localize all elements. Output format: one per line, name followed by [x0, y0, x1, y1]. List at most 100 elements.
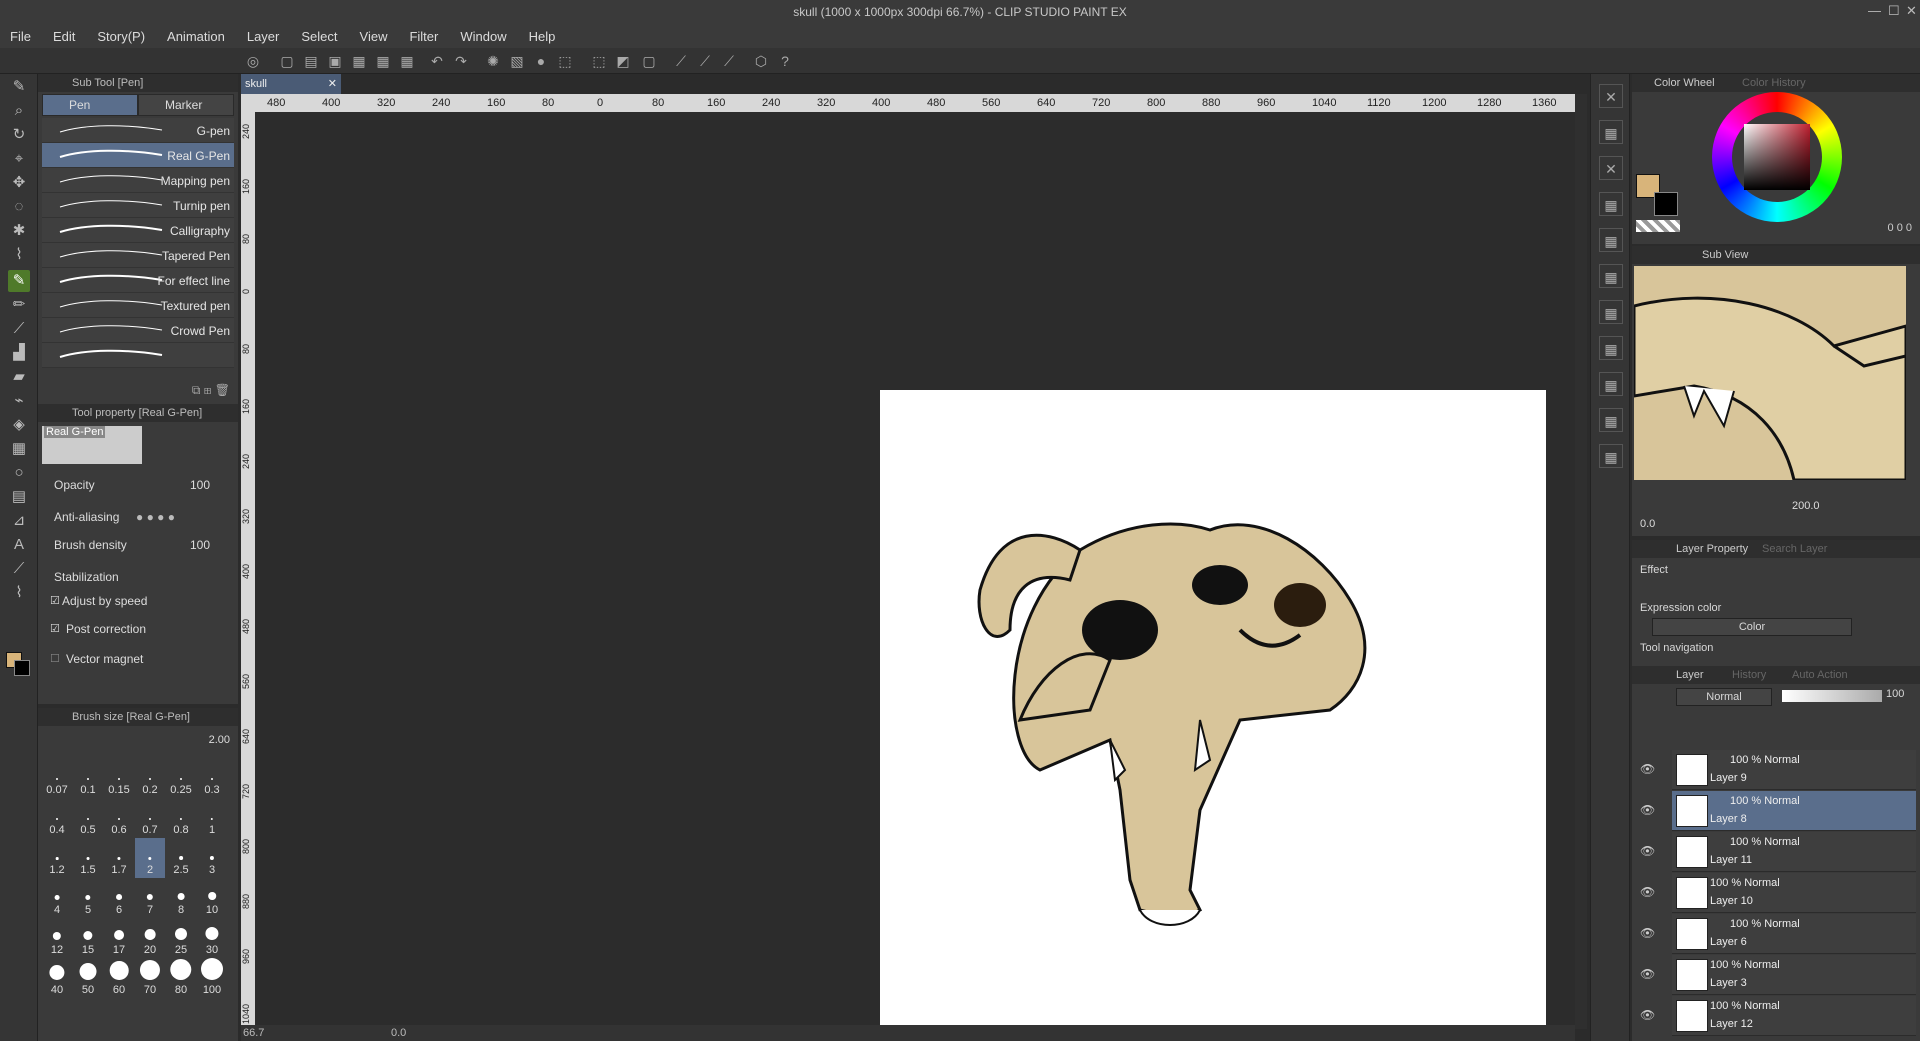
tab-color-wheel[interactable]: Color Wheel — [1654, 74, 1715, 92]
brush-size-preset[interactable]: 1.7 — [104, 838, 134, 878]
brush-size-preset[interactable]: 20 — [135, 918, 165, 958]
invert-icon[interactable]: ◩ — [614, 52, 632, 70]
brush-size-preset[interactable]: 17 — [104, 918, 134, 958]
close-tab-icon[interactable]: ✕ — [328, 74, 337, 94]
move-icon[interactable]: ✥ — [8, 172, 30, 194]
copy-subtool-icon[interactable]: ⧉ — [192, 383, 201, 397]
brush-size-preset[interactable]: 15 — [73, 918, 103, 958]
brush-item[interactable]: Calligraphy — [42, 218, 234, 243]
material-icon[interactable]: ▦ — [1599, 192, 1623, 216]
assets-icon[interactable]: ⬡ — [752, 52, 770, 70]
checkbox-icon[interactable]: ☑ — [50, 594, 60, 607]
material-icon[interactable]: ▦ — [1599, 408, 1623, 432]
color-wheel[interactable] — [1712, 92, 1842, 222]
zoom-readout[interactable]: 66.7 — [243, 1027, 264, 1039]
brush-size-preset[interactable]: 25 — [166, 918, 196, 958]
minimize-icon[interactable]: — — [1868, 3, 1881, 18]
brush-size-preset[interactable]: 30 — [197, 918, 227, 958]
subview-zoom[interactable]: 200.0 — [1792, 500, 1820, 512]
transparent-swatch[interactable] — [1636, 220, 1680, 232]
brush-size-preset[interactable]: 0.15 — [104, 758, 134, 798]
help-icon[interactable]: ? — [776, 52, 794, 70]
visibility-eye-icon[interactable]: 👁 — [1640, 762, 1655, 776]
brush-icon[interactable]: ⟋ — [8, 318, 30, 340]
brush-size-preset[interactable]: 40 — [42, 958, 72, 998]
visibility-eye-icon[interactable]: 👁 — [1640, 803, 1655, 817]
brush-size-preset[interactable]: 1.2 — [42, 838, 72, 878]
menu-edit[interactable]: Edit — [53, 29, 75, 44]
new-file-icon[interactable]: ▢ — [278, 52, 296, 70]
pen-tool-small-icon[interactable]: ✎ — [8, 76, 30, 98]
rotate-icon[interactable]: ↻ — [8, 124, 30, 146]
brush-size-preset[interactable]: 60 — [104, 958, 134, 998]
brush-size-preset[interactable]: 0.2 — [135, 758, 165, 798]
material-icon[interactable]: ▦ — [1599, 336, 1623, 360]
brush-size-preset[interactable]: 6 — [104, 878, 134, 918]
deselect-icon[interactable]: ⬚ — [590, 52, 608, 70]
brush-item[interactable]: G-pen — [42, 118, 234, 143]
clip-studio-icon[interactable]: ◎ — [244, 52, 262, 70]
brush-size-preset[interactable]: 50 — [73, 958, 103, 998]
tab-history[interactable]: History — [1732, 666, 1766, 684]
brush-size-preset[interactable]: 0.07 — [42, 758, 72, 798]
post-correction-row[interactable]: Post correction ☑ — [46, 618, 232, 642]
antialias-row[interactable]: Anti-aliasing ● ● ● ● — [46, 506, 232, 530]
magic-wand-icon[interactable]: ✱ — [8, 220, 30, 242]
ruler-snap-icon[interactable]: ⟋ — [672, 52, 690, 70]
menu-file[interactable]: File — [10, 29, 31, 44]
eyedropper-icon[interactable]: ⌇ — [8, 244, 30, 266]
sub-color-swatch[interactable] — [14, 660, 30, 676]
brush-item[interactable]: Real G-Pen — [42, 143, 234, 168]
brush-item[interactable]: Crowd Pen — [42, 318, 234, 343]
menu-filter[interactable]: Filter — [409, 29, 438, 44]
export-icon[interactable]: ▦ — [350, 52, 368, 70]
material-icon[interactable]: ▦ — [1599, 120, 1623, 144]
airbrush-icon[interactable]: ▟ — [8, 342, 30, 364]
layer-row[interactable]: 100 % Normal Layer 12 — [1672, 996, 1916, 1036]
blend-mode-select[interactable]: Normal — [1676, 688, 1772, 706]
expression-select[interactable]: Color — [1652, 618, 1852, 636]
blend-icon[interactable]: ⌁ — [8, 390, 30, 412]
layer-opacity-slider[interactable] — [1782, 690, 1882, 702]
tab-sub-view[interactable]: Sub View — [1702, 246, 1748, 264]
checkbox-icon[interactable]: ☐ — [50, 652, 60, 665]
redo-icon[interactable]: ↷ — [452, 52, 470, 70]
clear-icon[interactable]: ▧ — [508, 52, 526, 70]
material-icon[interactable]: ▦ — [1599, 228, 1623, 252]
export-alt-icon[interactable]: ▦ — [374, 52, 392, 70]
brush-item[interactable]: Turnip pen — [42, 193, 234, 218]
menu-window[interactable]: Window — [460, 29, 506, 44]
document-tab[interactable]: skull ✕ — [241, 74, 341, 94]
brush-size-preset[interactable]: 0.7 — [135, 798, 165, 838]
brush-size-preset[interactable]: 10 — [197, 878, 227, 918]
material-icon[interactable]: ▦ — [1599, 264, 1623, 288]
batch-icon[interactable]: ▦ — [398, 52, 416, 70]
sub-color-swatch[interactable] — [1654, 192, 1678, 216]
create-subtool-icon[interactable]: ⊞ — [204, 383, 212, 397]
brush-size-preset[interactable]: 1 — [197, 798, 227, 838]
brush-size-preset[interactable]: 0.4 — [42, 798, 72, 838]
brush-size-preset[interactable]: 0.1 — [73, 758, 103, 798]
eraser-icon[interactable]: ▰ — [8, 366, 30, 388]
brush-item[interactable]: Mapping pen — [42, 168, 234, 193]
brush-size-preset[interactable]: 8 — [166, 878, 196, 918]
tab-auto-action[interactable]: Auto Action — [1792, 666, 1848, 684]
material-icon[interactable]: ▦ — [1599, 444, 1623, 468]
open-file-icon[interactable]: ▤ — [302, 52, 320, 70]
brush-size-preset[interactable]: 0.8 — [166, 798, 196, 838]
menu-help[interactable]: Help — [529, 29, 556, 44]
canvas-area[interactable] — [255, 112, 1575, 1041]
gradient-icon[interactable]: ▦ — [8, 438, 30, 460]
operation-icon[interactable]: ⌖ — [8, 148, 30, 170]
tab-color-history[interactable]: Color History — [1742, 74, 1806, 92]
layer-row[interactable]: 100 % Normal Layer 9 — [1672, 750, 1916, 790]
sub-view-image[interactable] — [1634, 266, 1906, 480]
close-panel-icon[interactable]: ✕ — [1599, 84, 1623, 108]
figure-icon[interactable]: ○ — [8, 462, 30, 484]
maximize-icon[interactable]: ☐ — [1888, 3, 1900, 19]
antialias-options[interactable]: ● ● ● ● — [136, 510, 175, 524]
close-icon[interactable]: ✕ — [1906, 3, 1917, 19]
visibility-eye-icon[interactable]: 👁 — [1640, 926, 1655, 940]
brush-size-preset[interactable]: 0.6 — [104, 798, 134, 838]
brush-size-preset[interactable]: 2.5 — [166, 838, 196, 878]
